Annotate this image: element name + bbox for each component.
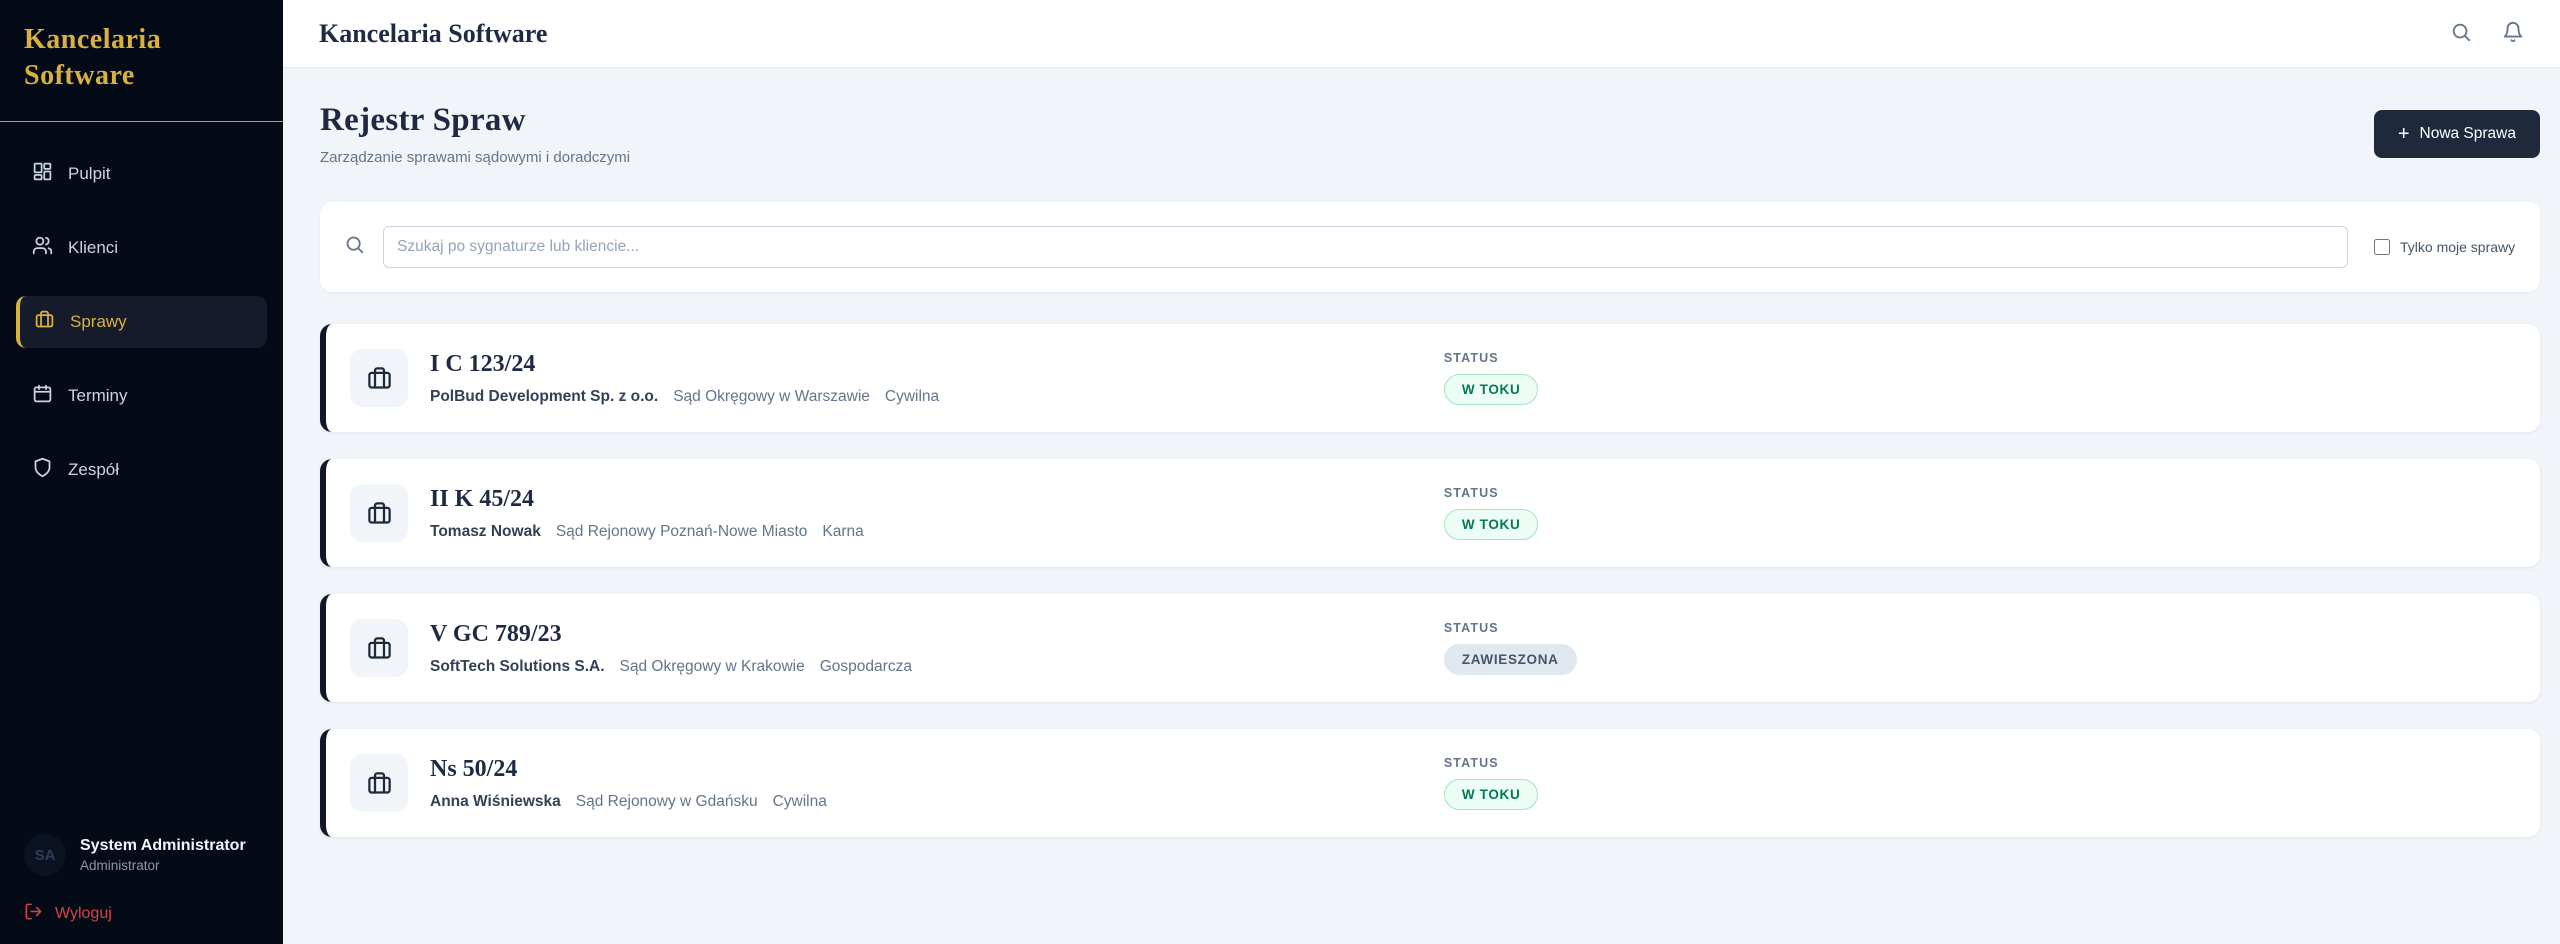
case-signature: Ns 50/24 [430, 755, 518, 782]
page-subtitle: Zarządzanie sprawami sądowymi i doradczy… [320, 149, 631, 166]
search-icon [344, 234, 365, 260]
calendar-icon [32, 383, 53, 409]
logo-line2: Software [24, 60, 135, 92]
case-list: I C 123/24 PolBud Development Sp. z o.o.… [320, 324, 2540, 837]
status-label: STATUS [1443, 351, 1499, 365]
search-icon [2450, 21, 2472, 46]
shield-icon [32, 457, 53, 483]
page-content: Rejestr Spraw Zarządzanie sprawami sądow… [283, 68, 2560, 864]
plus-icon: + [2397, 123, 2410, 145]
case-search-input[interactable] [383, 226, 2348, 268]
sidebar-nav: Pulpit Klienci Sprawy Terminy Zespół [0, 122, 283, 518]
clients-icon [32, 235, 53, 261]
status-label: STATUS [1443, 621, 1499, 635]
only-mine-label: Tylko moje sprawy [2400, 238, 2516, 255]
status-badge: W TOKU [1443, 374, 1539, 405]
sidebar-item-label: Sprawy [70, 311, 127, 331]
status-badge: W TOKU [1443, 509, 1539, 540]
case-court: Sąd Okręgowy w Krakowie [619, 657, 805, 675]
user-name: System Administrator [80, 837, 246, 854]
case-type: Gospodarcza [819, 657, 912, 675]
briefcase-icon [350, 349, 408, 407]
dashboard-icon [32, 161, 53, 187]
case-client: Anna Wiśniewska [430, 792, 561, 810]
sidebar-item-label: Zespół [68, 459, 120, 479]
briefcase-icon [350, 619, 408, 677]
case-row-2[interactable]: II K 45/24 Tomasz Nowak Sąd Rejonowy Poz… [320, 459, 2540, 567]
main-area: Kancelaria Software Rejestr Spraw Zarząd… [283, 0, 2560, 944]
sidebar-item-zespol[interactable]: Zespół [16, 444, 267, 496]
avatar: SA [24, 834, 66, 876]
sidebar-user-section: SA System Administrator Administrator Wy… [0, 834, 283, 944]
status-badge: ZAWIESZONA [1443, 644, 1577, 675]
briefcase-icon [34, 309, 55, 335]
sidebar-item-label: Terminy [68, 385, 128, 405]
case-client: Tomasz Nowak [430, 522, 541, 540]
new-case-label: Nowa Sprawa [2419, 125, 2517, 142]
case-signature: I C 123/24 [430, 350, 536, 377]
sidebar-item-pulpit[interactable]: Pulpit [16, 148, 267, 200]
new-case-button[interactable]: + Nowa Sprawa [2373, 110, 2540, 158]
case-type: Cywilna [884, 387, 940, 405]
logout-icon [24, 902, 43, 926]
case-client: SoftTech Solutions S.A. [430, 657, 605, 675]
case-signature: V GC 789/23 [430, 620, 562, 647]
case-court: Sąd Rejonowy Poznań-Nowe Miasto [555, 522, 808, 540]
sidebar-item-sprawy[interactable]: Sprawy [16, 295, 267, 348]
header-title: Kancelaria Software [319, 18, 548, 48]
bell-icon [2502, 21, 2524, 46]
filter-bar: Tylko moje sprawy [320, 202, 2540, 292]
case-type: Karna [822, 522, 864, 540]
briefcase-icon [350, 484, 408, 542]
case-type: Cywilna [772, 792, 827, 810]
logout-label: Wyloguj [55, 905, 112, 922]
status-label: STATUS [1443, 486, 1499, 500]
status-badge: W TOKU [1443, 779, 1539, 810]
case-court: Sąd Rejonowy w Gdańsku [575, 792, 758, 810]
only-mine-checkbox[interactable] [2374, 238, 2390, 255]
top-header: Kancelaria Software [283, 0, 2560, 68]
case-client: PolBud Development Sp. z o.o. [430, 387, 659, 405]
briefcase-icon [350, 754, 408, 812]
case-row-3[interactable]: V GC 789/23 SoftTech Solutions S.A. Sąd … [320, 594, 2540, 702]
case-signature: II K 45/24 [430, 485, 535, 512]
sidebar-item-klienci[interactable]: Klienci [16, 222, 267, 274]
search-icon-button[interactable] [2450, 21, 2472, 46]
notifications-button[interactable] [2502, 21, 2524, 46]
logo-line1: Kancelaria [24, 24, 162, 55]
case-court: Sąd Okręgowy w Warszawie [673, 387, 870, 405]
case-row-4[interactable]: Ns 50/24 Anna Wiśniewska Sąd Rejonowy w … [320, 729, 2540, 837]
case-row-1[interactable]: I C 123/24 PolBud Development Sp. z o.o.… [320, 324, 2540, 432]
sidebar: Kancelaria Software Pulpit Klienci Spraw… [0, 0, 283, 944]
page-title: Rejestr Spraw [320, 102, 526, 138]
sidebar-item-terminy[interactable]: Terminy [16, 370, 267, 422]
logout-button[interactable]: Wyloguj [24, 902, 259, 926]
status-label: STATUS [1443, 756, 1499, 770]
sidebar-item-label: Pulpit [68, 163, 111, 183]
only-mine-filter[interactable]: Tylko moje sprawy [2374, 238, 2516, 257]
sidebar-item-label: Klienci [68, 237, 119, 257]
app-logo: Kancelaria Software [0, 0, 283, 122]
user-role: Administrator [80, 858, 160, 873]
